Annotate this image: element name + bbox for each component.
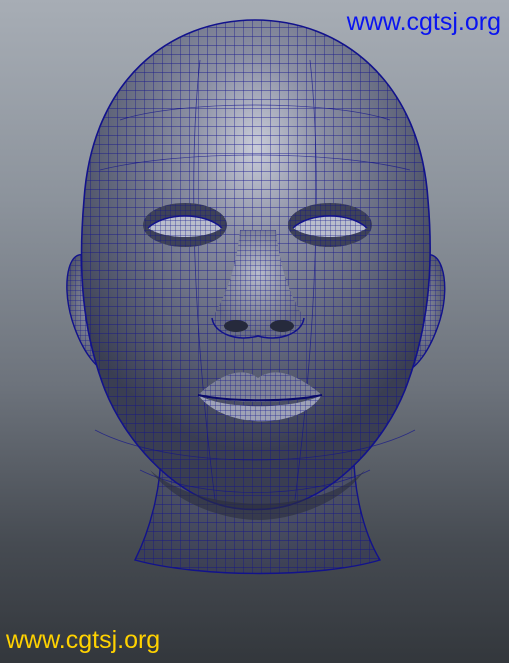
watermark-bottom: www.cgtsj.org — [6, 626, 161, 654]
left-eye-mesh — [143, 203, 227, 247]
right-eye-mesh — [288, 203, 372, 247]
head-model[interactable] — [0, 0, 509, 663]
watermark-top: www.cgtsj.org — [346, 8, 501, 36]
3d-viewport[interactable] — [0, 0, 509, 663]
